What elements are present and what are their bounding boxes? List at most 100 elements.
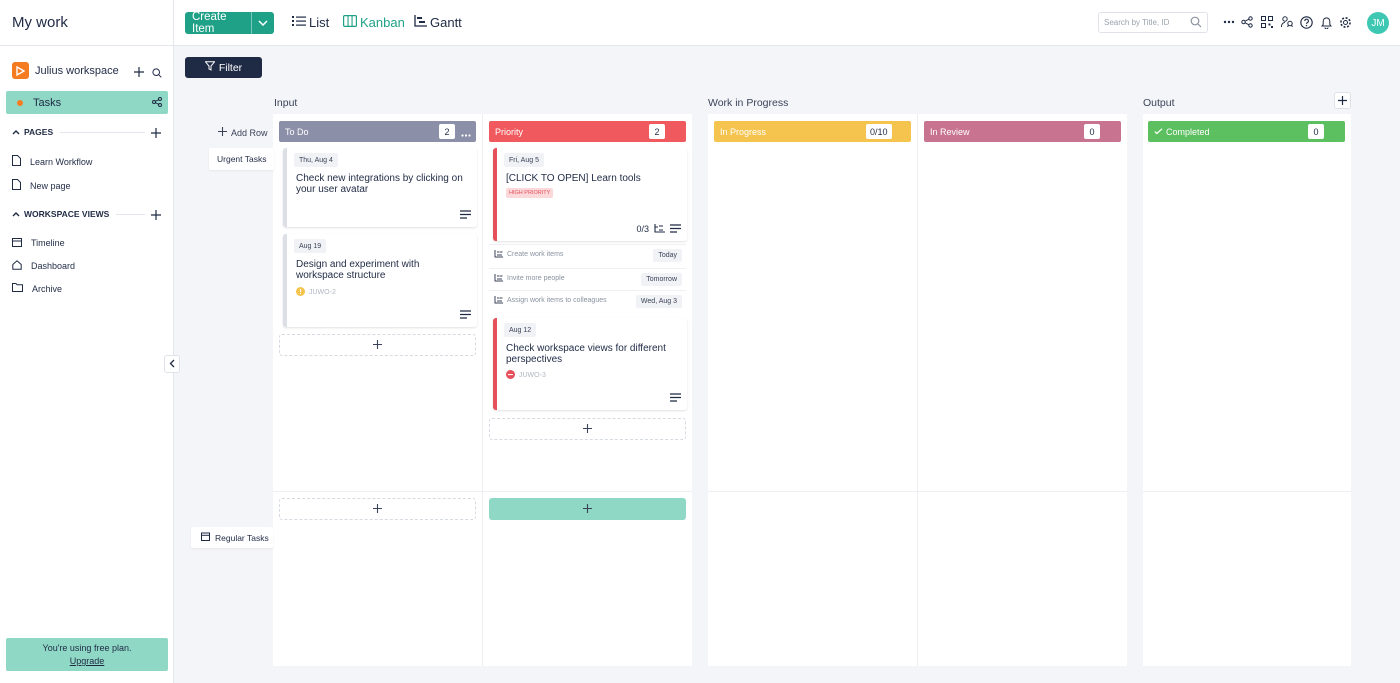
sidebar-item-label: Learn Workflow: [30, 156, 93, 167]
row-divider: [1143, 491, 1351, 492]
sidebar-item-label: Archive: [32, 283, 63, 294]
add-icon[interactable]: [134, 66, 144, 80]
add-column-button[interactable]: [1334, 92, 1351, 109]
add-card-button-highlighted[interactable]: [489, 498, 686, 520]
column-header-priority[interactable]: Priority 2: [489, 121, 686, 142]
filter-label: Filter: [218, 61, 243, 74]
search-icon[interactable]: [152, 67, 162, 81]
search-icon[interactable]: [1190, 16, 1202, 31]
card-date: Aug 19: [294, 239, 327, 253]
chevron-left-icon: [169, 357, 175, 371]
sidebar-item-tasks[interactable]: Tasks: [6, 91, 168, 114]
help-icon[interactable]: [1299, 15, 1313, 29]
row-label-urgent-tasks[interactable]: Urgent Tasks: [209, 148, 274, 170]
sidebar: Julius workspace Tasks PAGES Learn Workf…: [0, 46, 174, 683]
column-name: In Progress: [720, 126, 767, 137]
sidebar-item-archive[interactable]: Archive: [12, 283, 62, 294]
add-card-button[interactable]: [279, 334, 476, 356]
column-count: 0/10: [866, 124, 892, 139]
add-icon: [218, 127, 227, 138]
column-header-in-review[interactable]: In Review 0: [924, 121, 1121, 142]
subtask-label: Assign work items to colleagues: [507, 297, 607, 304]
gear-icon[interactable]: [1338, 15, 1352, 29]
column-header-completed[interactable]: Completed 0: [1148, 121, 1345, 142]
column-divider: [917, 114, 918, 666]
add-icon: [1338, 94, 1347, 108]
add-view-icon[interactable]: [151, 209, 161, 223]
sidebar-item-label: Dashboard: [31, 261, 76, 271]
tasks-dot-icon: [17, 99, 23, 106]
tab-kanban[interactable]: Kanban: [343, 15, 405, 30]
group-panel-output: [1143, 114, 1351, 666]
page-icon: [12, 155, 21, 168]
workspace-logo-icon: [12, 62, 29, 79]
qr-icon[interactable]: [1260, 15, 1274, 29]
share-icon[interactable]: [1240, 15, 1254, 29]
column-name: Completed: [1166, 126, 1210, 137]
column-divider: [482, 114, 483, 666]
divider: [116, 214, 145, 215]
task-card[interactable]: Aug 12 Check workspace views for differe…: [493, 318, 687, 410]
column-name: Priority: [495, 126, 524, 137]
pages-section-toggle[interactable]: PAGES: [12, 127, 53, 137]
workspace-views-section-toggle[interactable]: WORKSPACE VIEWS: [12, 209, 109, 219]
subtasks-icon[interactable]: [654, 222, 665, 236]
row-label-regular-tasks[interactable]: Regular Tasks: [191, 527, 273, 548]
add-card-button[interactable]: [489, 418, 686, 440]
more-icon[interactable]: [1222, 15, 1236, 29]
row-label-text: Regular Tasks: [215, 532, 269, 543]
column-header-to-do[interactable]: To Do 2: [279, 121, 476, 142]
add-icon: [583, 502, 592, 516]
card-date: Thu, Aug 4: [294, 153, 338, 167]
sidebar-item-timeline[interactable]: Timeline: [12, 237, 65, 249]
workflow-icon[interactable]: [152, 97, 162, 110]
menu-lines-icon[interactable]: [460, 208, 471, 222]
task-card[interactable]: Aug 19 Design and experiment with worksp…: [283, 234, 477, 327]
upgrade-link[interactable]: Upgrade: [6, 655, 168, 668]
header-divider: [173, 0, 174, 46]
sidebar-item-new-page[interactable]: New page: [12, 179, 71, 192]
card-id: JUWO-2: [309, 289, 336, 296]
task-card[interactable]: Fri, Aug 5 [CLICK TO OPEN] Learn tools H…: [493, 148, 687, 241]
page-icon: [12, 179, 21, 192]
column-header-in-progress[interactable]: In Progress 0/10: [714, 121, 911, 142]
user-avatar[interactable]: JM: [1367, 12, 1389, 34]
bell-icon[interactable]: [1319, 15, 1333, 29]
column-name: To Do: [285, 126, 309, 137]
subtask-item[interactable]: Assign work items to colleagues Wed, Aug…: [489, 290, 686, 310]
workspace-selector[interactable]: Julius workspace: [12, 62, 119, 79]
subtask-item[interactable]: Create work items Today: [489, 244, 686, 264]
column-count: 0: [1084, 124, 1100, 139]
menu-lines-icon[interactable]: [460, 308, 471, 322]
sidebar-item-dashboard[interactable]: Dashboard: [12, 260, 75, 272]
tab-gantt[interactable]: Gantt: [414, 15, 462, 30]
column-count: 2: [649, 124, 665, 139]
calendar-icon: [12, 237, 22, 249]
collapse-sidebar-button[interactable]: [164, 355, 180, 373]
sidebar-item-learn-workflow[interactable]: Learn Workflow: [12, 155, 92, 168]
search-input[interactable]: [1099, 13, 1185, 32]
create-item-button[interactable]: Create Item: [185, 11, 274, 35]
filter-button[interactable]: Filter: [185, 57, 262, 78]
chevron-down-icon[interactable]: [251, 12, 274, 34]
add-row-button[interactable]: Add Row: [218, 127, 268, 138]
tab-gantt-label: Gantt: [430, 15, 462, 30]
add-card-button[interactable]: [279, 498, 476, 520]
menu-lines-icon[interactable]: [670, 222, 681, 236]
plan-text: You're using free plan.: [42, 643, 132, 653]
row-label-text: Urgent Tasks: [217, 154, 267, 164]
chevron-up-icon: [12, 127, 20, 137]
check-icon: [1154, 127, 1163, 137]
add-icon: [583, 422, 592, 436]
home-icon: [12, 260, 22, 272]
task-card[interactable]: Thu, Aug 4 Check new integrations by cli…: [283, 148, 477, 227]
tab-list[interactable]: List: [292, 15, 329, 30]
people-icon[interactable]: [1280, 15, 1294, 29]
kanban-icon: [343, 15, 358, 30]
add-page-icon[interactable]: [151, 127, 161, 141]
menu-lines-icon[interactable]: [670, 391, 681, 405]
search-box: [1098, 12, 1208, 33]
more-icon[interactable]: [461, 129, 471, 139]
subtask-item[interactable]: Invite more people Tomorrow: [489, 268, 686, 288]
filter-icon: [204, 61, 216, 74]
